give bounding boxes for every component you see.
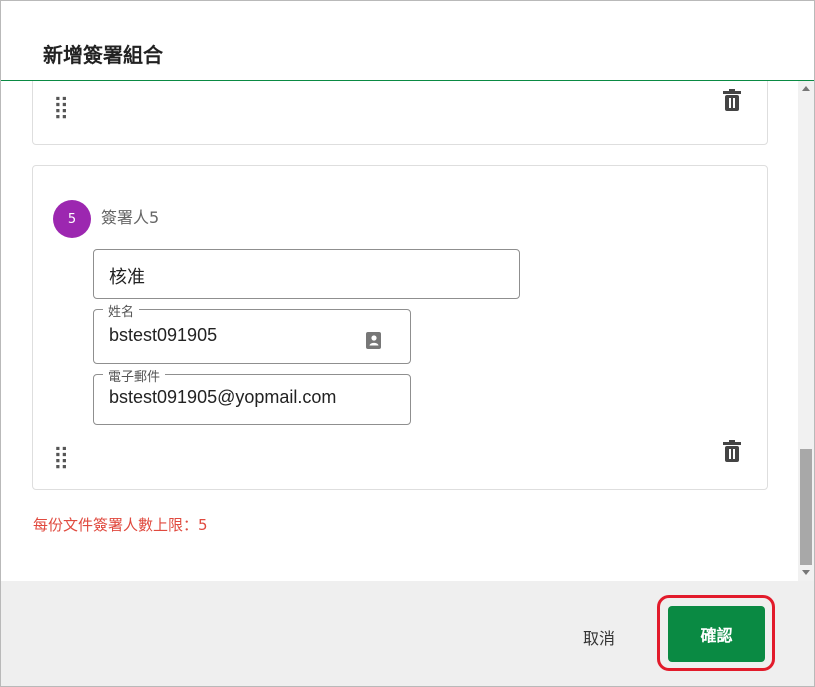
confirm-button[interactable]: 確認	[668, 606, 765, 662]
add-signing-group-dialog: 新增簽署組合 ⣿ 5 簽署人5 核准 姓名 bstest091905 電子郵件 …	[0, 0, 815, 687]
email-field[interactable]: 電子郵件 bstest091905@yopmail.com	[93, 366, 411, 425]
dialog-title: 新增簽署組合	[43, 43, 163, 67]
signer-label: 簽署人5	[101, 208, 160, 227]
trash-icon[interactable]	[723, 89, 741, 111]
trash-icon[interactable]	[723, 440, 741, 462]
email-field-label: 電子郵件	[103, 366, 166, 385]
name-value: bstest091905	[109, 325, 218, 345]
signer-card-4: ⣿	[32, 81, 768, 145]
contact-book-icon[interactable]	[365, 332, 382, 349]
dialog-footer: 取消 確認	[1, 581, 814, 686]
scroll-down-arrow-icon[interactable]	[802, 570, 810, 575]
dialog-content: ⣿ 5 簽署人5 核准 姓名 bstest091905 電子郵件 bstest0…	[1, 81, 798, 581]
drag-handle-icon[interactable]: ⣿	[53, 97, 69, 119]
scroll-thumb[interactable]	[800, 449, 812, 565]
signer-number-badge: 5	[53, 200, 91, 238]
email-value: bstest091905@yopmail.com	[109, 387, 337, 407]
role-field[interactable]: 核准	[93, 249, 520, 299]
scroll-up-arrow-icon[interactable]	[802, 86, 810, 91]
signer-limit-message: 每份文件簽署人數上限：5	[33, 516, 208, 534]
signer-card-5: 5 簽署人5 核准 姓名 bstest091905 電子郵件 bstest091…	[32, 165, 768, 490]
name-field[interactable]: 姓名 bstest091905	[93, 301, 411, 364]
scrollbar[interactable]	[798, 81, 814, 581]
role-value: 核准	[109, 267, 145, 287]
dialog-header: 新增簽署組合	[1, 1, 814, 81]
name-field-label: 姓名	[103, 301, 140, 320]
drag-handle-icon[interactable]: ⣿	[53, 447, 69, 469]
cancel-button[interactable]: 取消	[566, 619, 632, 655]
